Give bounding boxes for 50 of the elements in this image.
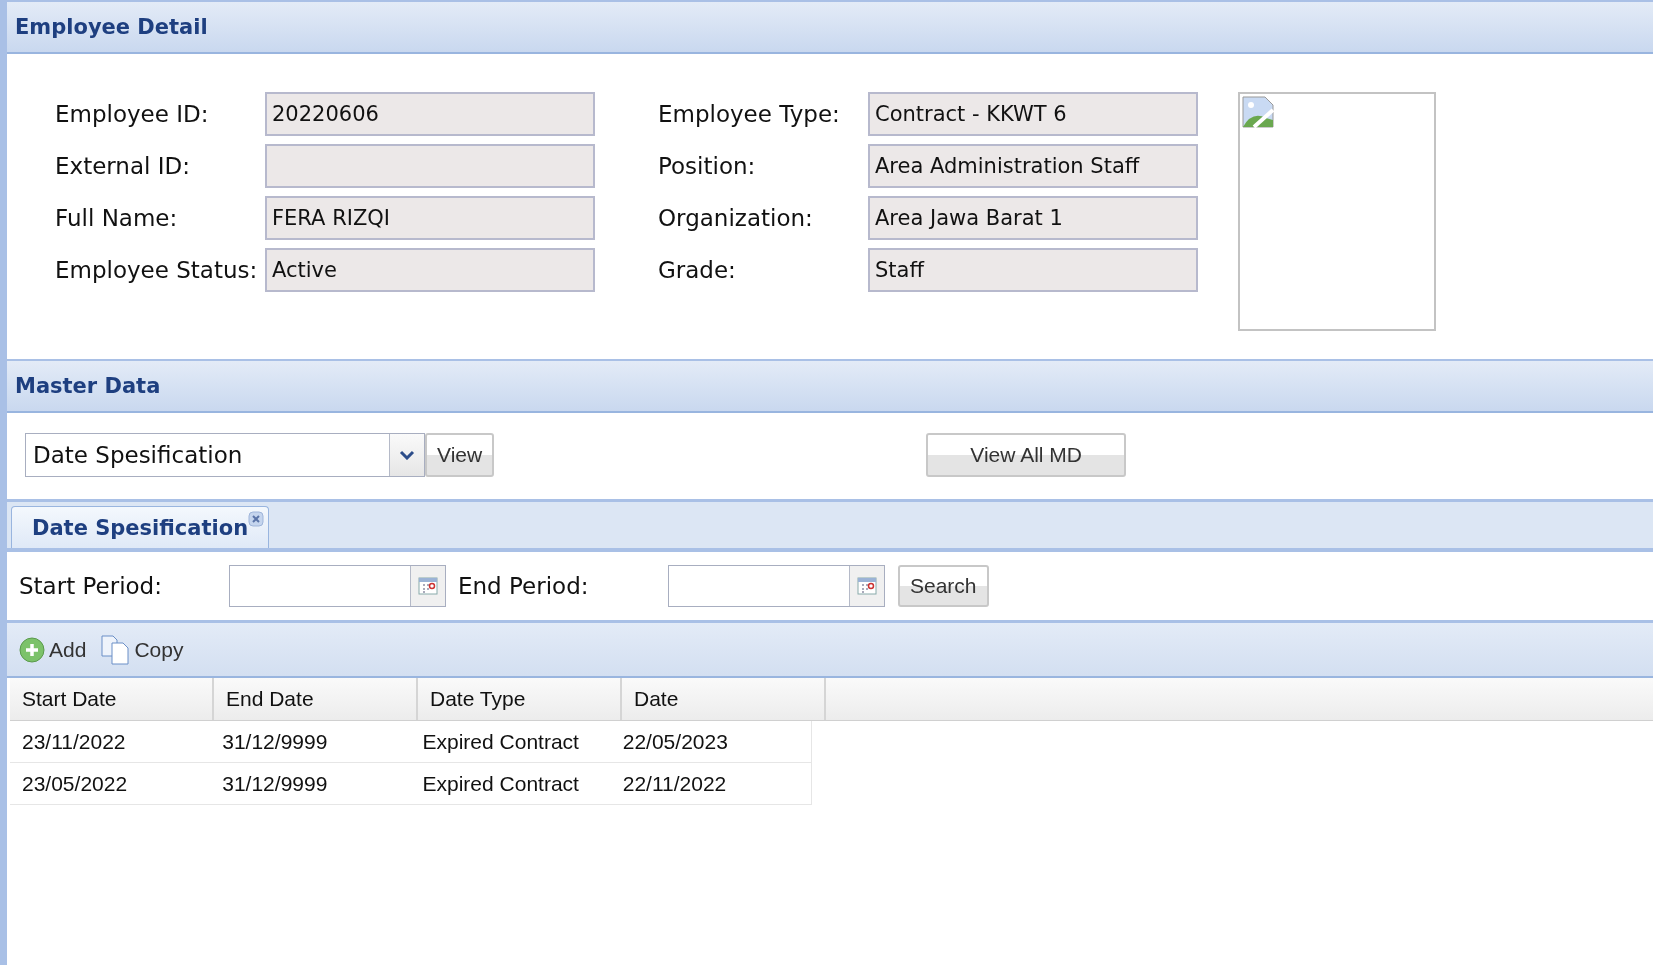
field-label: Grade:	[658, 257, 737, 283]
column-header[interactable]: Date Type	[418, 678, 622, 720]
table-cell-text: 31/12/9999	[221, 728, 329, 755]
table-cell-text: Expired Contract	[421, 770, 580, 797]
input-field[interactable]: Staff	[868, 248, 1198, 292]
input-field[interactable]: Area Jawa Barat 1	[868, 196, 1198, 240]
date-field[interactable]	[668, 565, 885, 607]
panel-title: Employee Detail	[15, 15, 208, 39]
table-cell-text: 23/05/2022	[21, 770, 129, 797]
field-label: Organization:	[658, 205, 814, 231]
field-label: External ID:	[55, 153, 191, 179]
field-label: Employee ID:	[55, 101, 210, 127]
close-icon[interactable]	[248, 511, 265, 527]
table-cell-text: 22/05/2023	[621, 728, 729, 755]
search-button[interactable]: Search	[898, 565, 989, 607]
field-label: Employee Type:	[658, 101, 841, 127]
panel-title: Master Data	[15, 374, 161, 398]
copy-button[interactable]: Copy	[100, 634, 184, 665]
column-header[interactable]: Start Date	[10, 678, 214, 720]
calendar-icon	[857, 576, 877, 596]
add-button[interactable]: Add	[19, 636, 87, 663]
input-field[interactable]: 20220606	[265, 92, 595, 136]
column-header[interactable]: End Date	[214, 678, 418, 720]
field-label: Employee Status:	[55, 257, 259, 283]
column-header[interactable]: Date	[622, 678, 826, 720]
table-row[interactable]: 23/05/2022 31/12/9999 Expired Contract 22/11/2022	[10, 763, 812, 805]
field-label: Full Name:	[55, 205, 179, 231]
input-field[interactable]	[265, 144, 595, 188]
caret-icon	[399, 450, 415, 460]
table-row[interactable]: 23/11/2022 31/12/9999 Expired Contract 22/05/2023	[10, 721, 812, 763]
date-field[interactable]	[229, 565, 446, 607]
input-field[interactable]: Area Administration Staff	[868, 144, 1198, 188]
view-button[interactable]: View	[425, 433, 495, 477]
broken-image-icon	[1242, 96, 1274, 128]
tab[interactable]: Date Spesification	[11, 506, 270, 548]
input-field[interactable]: Active	[265, 248, 595, 292]
dropdown[interactable]: Date Spesification	[25, 433, 425, 477]
table-cell-text: 22/11/2022	[621, 770, 728, 797]
table-cell-text: 23/11/2022	[21, 728, 127, 755]
input-field[interactable]: FERA RIZQI	[265, 196, 595, 240]
filter-label: Start Period:	[19, 573, 163, 599]
plus-icon	[19, 636, 45, 663]
input-field[interactable]: Contract - KKWT 6	[868, 92, 1198, 136]
calendar-icon	[418, 576, 438, 596]
copy-icon	[100, 634, 131, 665]
table-cell-text: Expired Contract	[421, 728, 580, 755]
field-label: Position:	[658, 153, 757, 179]
filter-label: End Period:	[458, 573, 590, 599]
table-cell-text: 31/12/9999	[221, 770, 329, 797]
view-all-button[interactable]: View All MD	[926, 433, 1127, 477]
